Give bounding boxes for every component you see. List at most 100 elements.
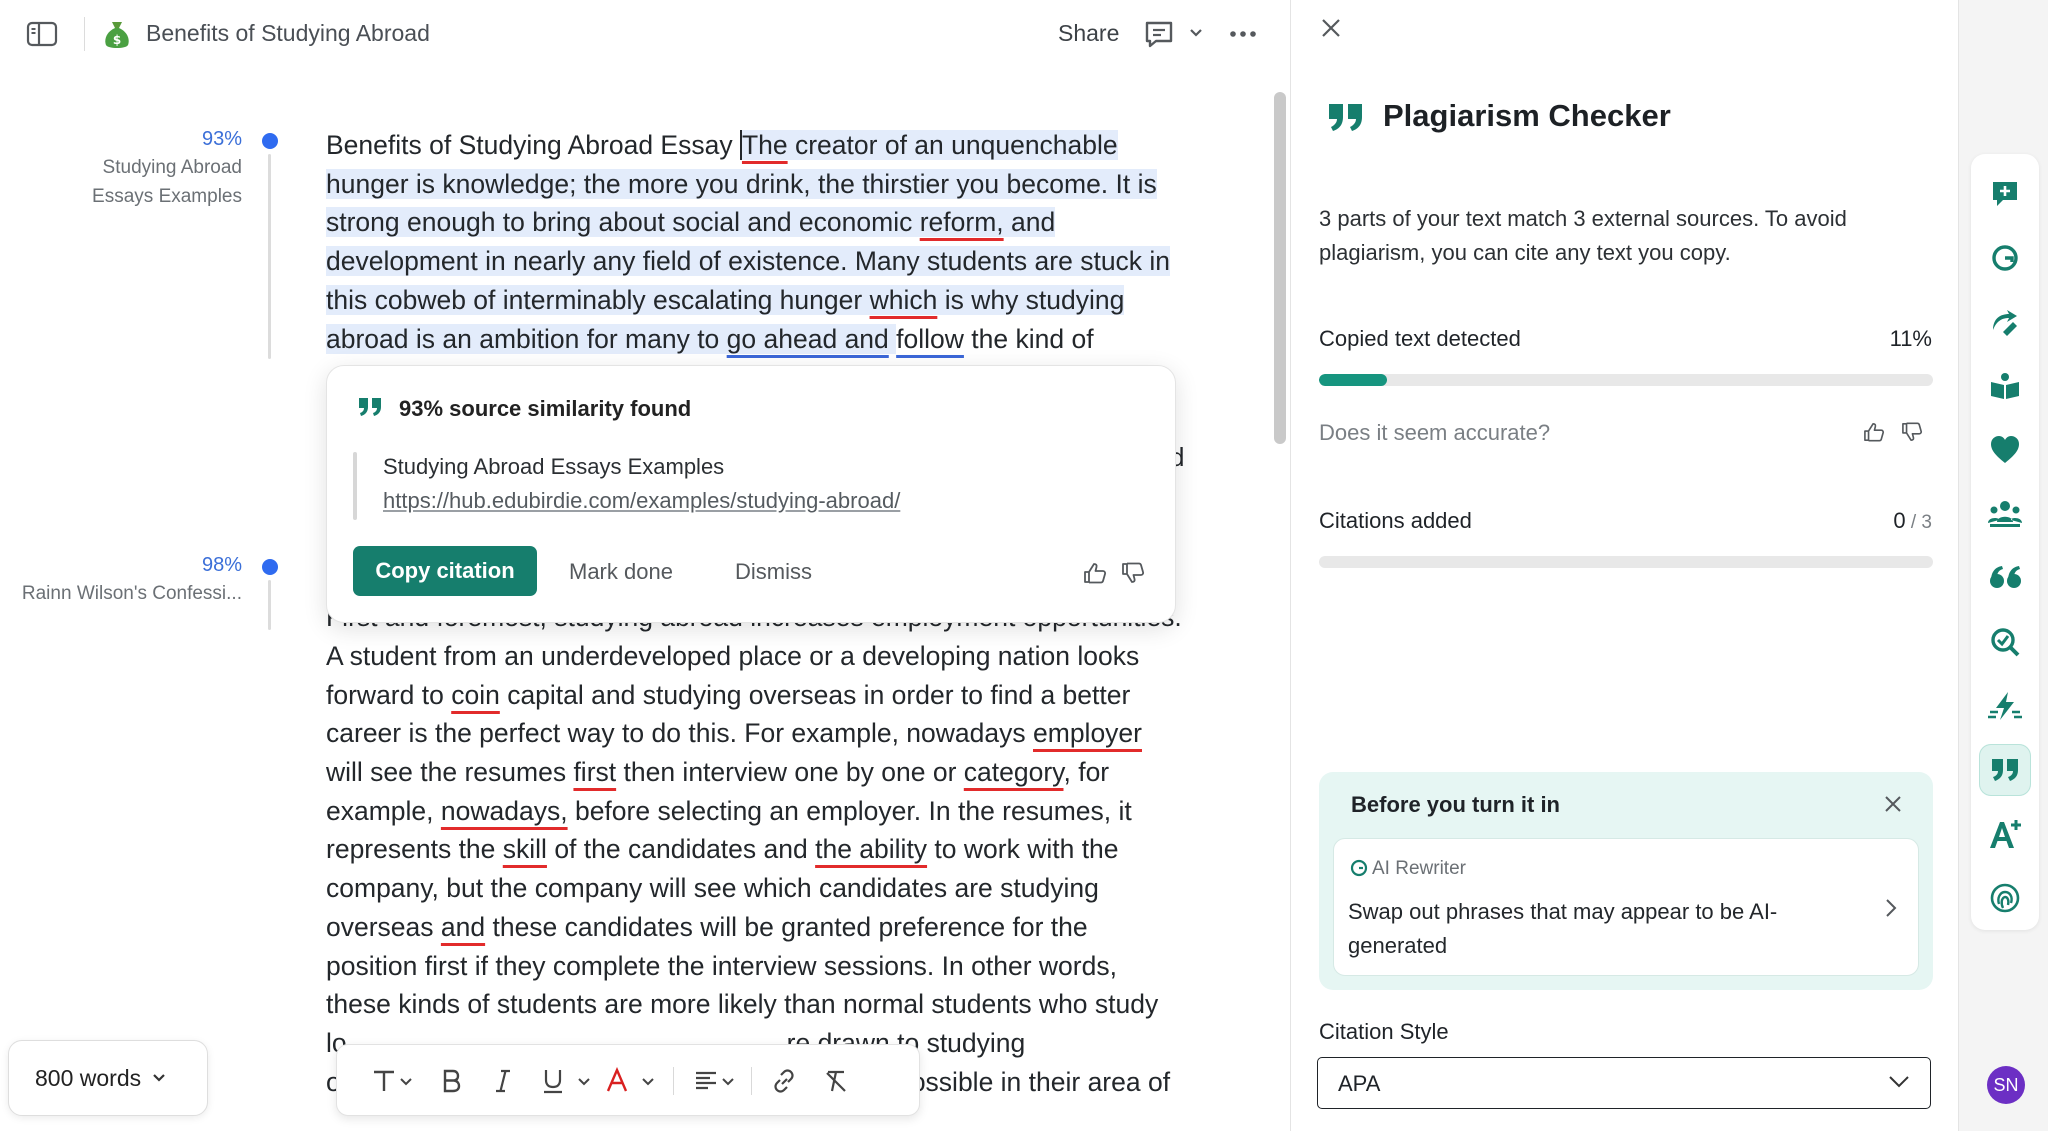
- font-plus-icon: [1990, 820, 2021, 848]
- tools-rail: SN: [1958, 0, 2048, 1131]
- thumbs-up-icon[interactable]: [1083, 562, 1107, 584]
- copied-text-label: Copied text detected: [1319, 326, 1521, 351]
- user-avatar[interactable]: SN: [1987, 1066, 2025, 1104]
- ai-rewriter-card[interactable]: AI Rewriter Swap out phrases that may ap…: [1333, 838, 1919, 976]
- rail-quotes[interactable]: [1979, 552, 2031, 604]
- font-color-icon[interactable]: [605, 1067, 629, 1095]
- gutter-match-1[interactable]: 93% Studying Abroad Essays Examples: [92, 128, 242, 211]
- flagged-word[interactable]: nowadays,: [441, 796, 568, 826]
- flagged-word[interactable]: employer: [1033, 718, 1142, 748]
- flagged-word[interactable]: skill: [503, 834, 547, 864]
- chevron-down-icon: [1889, 1076, 1909, 1088]
- rail-fingerprint[interactable]: [1979, 872, 2031, 924]
- text-style-icon[interactable]: [371, 1067, 397, 1095]
- paragraph-intro[interactable]: Benefits of Studying Abroad Essay The cr…: [326, 126, 1186, 358]
- mark-done-button[interactable]: Mark done: [569, 559, 673, 585]
- match-source: Rainn Wilson's Confessi...: [21, 583, 242, 604]
- ai-rewriter-description: Swap out phrases that may appear to be A…: [1348, 899, 1778, 958]
- rail-energy[interactable]: [1979, 680, 2031, 732]
- sidebar-toggle-icon[interactable]: [26, 20, 58, 48]
- panel-title: Plagiarism Checker: [1383, 98, 1671, 133]
- body-text: the kind of: [963, 323, 1094, 354]
- flagged-word[interactable]: first: [573, 757, 616, 787]
- svg-text:$: $: [113, 33, 121, 47]
- formatting-toolbar: [336, 1044, 920, 1116]
- body-text: of the candidates and: [546, 834, 816, 865]
- tools-rail-card: [1971, 154, 2039, 930]
- italic-icon[interactable]: [493, 1067, 513, 1095]
- flagged-word[interactable]: The: [739, 130, 788, 160]
- style-suggestion[interactable]: follow: [896, 324, 964, 354]
- rail-chat-plus[interactable]: [1979, 168, 2031, 220]
- bold-icon[interactable]: [441, 1067, 463, 1095]
- energy-icon: [1988, 692, 2022, 720]
- rail-heart[interactable]: [1979, 424, 2031, 476]
- flagged-word[interactable]: reform,: [919, 207, 1004, 238]
- thumbs-down-icon[interactable]: [1121, 562, 1145, 584]
- chevron-down-icon[interactable]: [399, 1067, 413, 1095]
- rail-paraphrase[interactable]: [1979, 296, 2031, 348]
- grammarly-logo-icon: [1350, 859, 1368, 877]
- before-turn-in-card: Before you turn it in AI Rewriter Swap o…: [1319, 772, 1933, 990]
- flagged-word[interactable]: coin: [451, 680, 500, 710]
- dismiss-button[interactable]: Dismiss: [735, 559, 812, 585]
- chat-plus-icon: [1993, 182, 2017, 206]
- style-suggestion[interactable]: go ahead and: [726, 323, 889, 354]
- match-dot[interactable]: [262, 559, 278, 575]
- thumbs-up-icon[interactable]: [1863, 422, 1885, 442]
- citation-style-select[interactable]: APA: [1317, 1057, 1931, 1109]
- word-count-button[interactable]: 800 words: [8, 1040, 208, 1116]
- flagged-word[interactable]: which: [869, 284, 938, 315]
- quote-marks-icon: [1329, 104, 1362, 131]
- chevron-down-icon[interactable]: [721, 1067, 735, 1095]
- match-dot[interactable]: [262, 133, 278, 149]
- accuracy-question: Does it seem accurate?: [1319, 420, 1551, 445]
- citations-total: / 3: [1905, 512, 1932, 533]
- align-left-icon[interactable]: [693, 1067, 719, 1095]
- paraphrase-icon: [1993, 310, 2017, 336]
- citations-value: 0 / 3: [1893, 508, 1932, 534]
- underline-icon[interactable]: [541, 1067, 565, 1095]
- match-range-line: [268, 154, 271, 359]
- editor-scrollbar[interactable]: [1274, 92, 1286, 444]
- close-icon[interactable]: [1883, 794, 1903, 814]
- flagged-word[interactable]: and: [441, 912, 485, 942]
- popup-title: 93% source similarity found: [399, 396, 692, 421]
- thumbs-down-icon[interactable]: [1901, 422, 1923, 442]
- chevron-down-icon[interactable]: [1187, 24, 1205, 42]
- essay-title-text: Benefits of Studying Abroad Essay: [326, 130, 740, 160]
- rail-font-plus[interactable]: [1979, 808, 2031, 860]
- chevron-down-icon[interactable]: [577, 1067, 591, 1095]
- match-source-line: Essays Examples: [92, 186, 242, 207]
- top-bar: $ Benefits of Studying Abroad Share: [0, 0, 1290, 68]
- copy-citation-button[interactable]: Copy citation: [353, 546, 537, 596]
- rail-search-check[interactable]: [1979, 616, 2031, 668]
- ai-rewriter-label: AI Rewriter: [1372, 858, 1466, 879]
- match-percent: 98%: [201, 554, 242, 576]
- rail-plagiarism[interactable]: [1979, 744, 2031, 796]
- toolbar-divider: [673, 1067, 674, 1095]
- flagged-word[interactable]: category: [964, 757, 1064, 787]
- match-range-line: [268, 580, 271, 630]
- body-text: will see the resumes: [326, 757, 574, 788]
- source-url-link[interactable]: https://hub.edubirdie.com/examples/study…: [383, 488, 900, 514]
- document-title[interactable]: Benefits of Studying Abroad: [146, 20, 430, 47]
- rail-grammarly[interactable]: [1979, 232, 2031, 284]
- comment-icon[interactable]: [1142, 18, 1176, 50]
- clear-formatting-icon[interactable]: [823, 1067, 849, 1095]
- flagged-word[interactable]: the ability: [815, 834, 927, 864]
- rail-reader[interactable]: [1979, 360, 2031, 412]
- rail-audience[interactable]: [1979, 488, 2031, 540]
- close-icon[interactable]: [1319, 16, 1343, 40]
- chevron-down-icon[interactable]: [641, 1067, 655, 1095]
- body-text: then interview one by one or: [616, 757, 964, 788]
- copied-text-progress: [1319, 374, 1933, 386]
- citations-label: Citations added: [1319, 508, 1472, 533]
- share-button[interactable]: Share: [1058, 20, 1119, 47]
- link-icon[interactable]: [771, 1067, 797, 1095]
- gutter-match-2[interactable]: 98% Rainn Wilson's Confessi...: [22, 554, 242, 608]
- reader-icon: [1991, 373, 2019, 399]
- more-options-icon[interactable]: [1228, 22, 1258, 46]
- citations-progress: [1319, 556, 1933, 568]
- paragraph-body[interactable]: First and foremost, studying abroad incr…: [326, 598, 1186, 1101]
